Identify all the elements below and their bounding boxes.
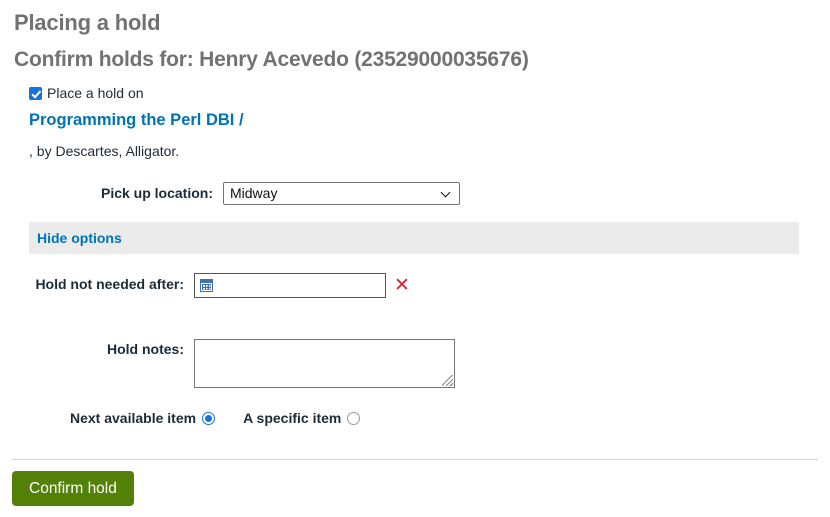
hide-options-link[interactable]: Hide options	[37, 230, 122, 246]
specific-item-radio[interactable]	[347, 411, 361, 425]
place-hold-checkbox-label: Place a hold on	[47, 85, 144, 101]
confirm-holds-subtitle: Confirm holds for: Henry Acevedo (235290…	[14, 48, 529, 71]
footer-divider	[12, 459, 818, 460]
chevron-down-icon	[442, 189, 451, 198]
specific-item-label: A specific item	[243, 410, 342, 426]
calendar-icon[interactable]	[200, 279, 213, 292]
next-available-item-radio[interactable]	[202, 411, 216, 425]
pickup-location-select[interactable]: Midway	[223, 181, 460, 205]
options-toggle-bar[interactable]: Hide options	[29, 222, 799, 254]
hold-not-needed-after-input[interactable]	[194, 273, 386, 298]
pickup-location-label: Pick up location:	[100, 184, 213, 201]
pickup-location-value: Midway	[230, 185, 278, 201]
hold-notes-label: Hold notes:	[107, 341, 184, 357]
clear-date-icon[interactable]: ✕	[394, 273, 410, 297]
item-type-row: Next available item A specific item	[0, 410, 830, 426]
record-author: , by Descartes, Alligator.	[29, 142, 180, 159]
hold-notes-textarea[interactable]	[194, 339, 455, 388]
confirm-hold-button[interactable]: Confirm hold	[12, 471, 134, 506]
hold-notes-row: Hold notes:	[0, 339, 830, 388]
page-title: Placing a hold	[14, 10, 161, 35]
pickup-location-row: Pick up location: Midway	[29, 181, 830, 205]
hold-not-needed-after-label: Hold not needed after:	[35, 276, 184, 292]
place-hold-checkbox[interactable]	[29, 86, 42, 100]
hold-not-needed-after-row: Hold not needed after: ✕	[0, 273, 830, 298]
next-available-item-label: Next available item	[70, 410, 197, 426]
hold-record-block: Place a hold on Programming the Perl DBI…	[0, 84, 830, 205]
record-title-link[interactable]: Programming the Perl DBI /	[29, 112, 830, 129]
place-hold-checkbox-row[interactable]: Place a hold on	[29, 84, 830, 102]
resize-handle[interactable]	[442, 375, 453, 386]
